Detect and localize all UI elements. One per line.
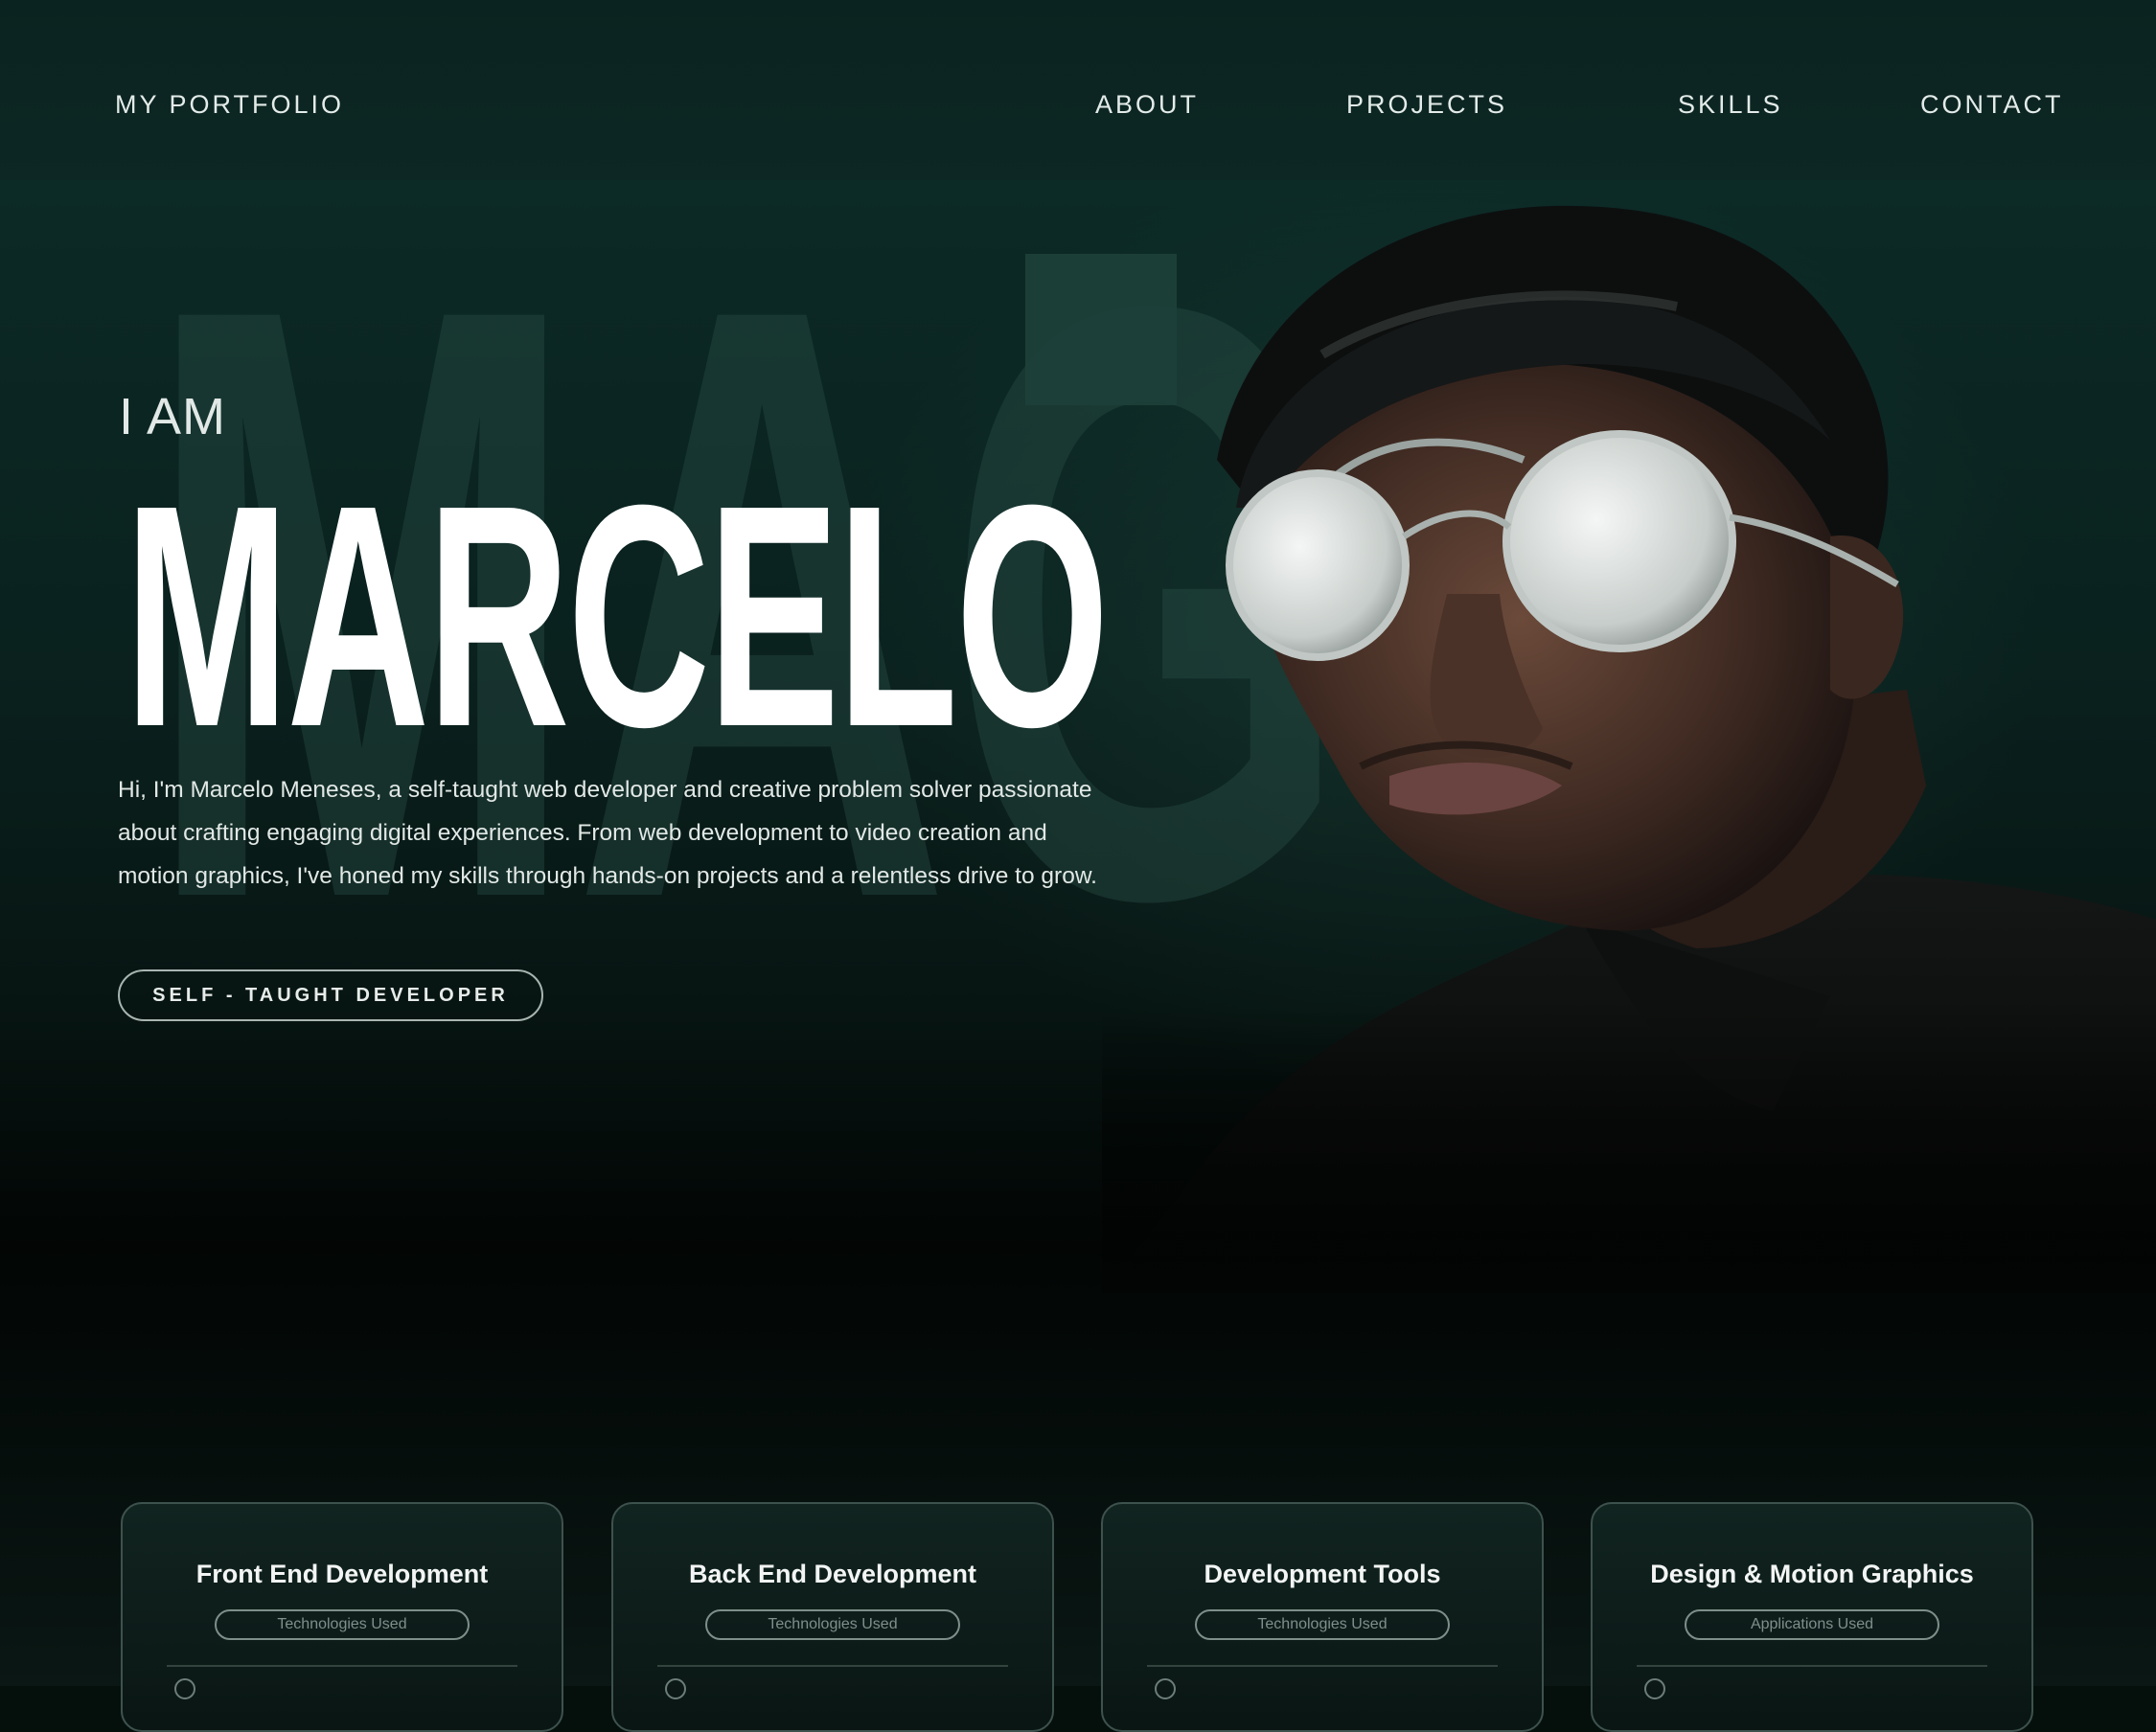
card-title: Design & Motion Graphics <box>1650 1560 1974 1588</box>
skill-card-design-motion[interactable]: Design & Motion Graphics Applications Us… <box>1591 1502 2033 1732</box>
list-bullet-icon <box>1644 1678 1665 1699</box>
card-divider <box>1147 1665 1498 1667</box>
nav-link-contact[interactable]: CONTACT <box>1920 90 2064 120</box>
card-pill: Technologies Used <box>1195 1609 1450 1640</box>
nav-link-about[interactable]: ABOUT <box>1095 90 1199 120</box>
portfolio-logo[interactable]: MY PORTFOLIO <box>115 90 344 120</box>
card-title: Development Tools <box>1204 1560 1441 1588</box>
skill-card-dev-tools[interactable]: Development Tools Technologies Used <box>1101 1502 1544 1732</box>
hero-bio: Hi, I'm Marcelo Meneses, a self-taught w… <box>118 777 1097 889</box>
list-bullet-icon <box>174 1678 195 1699</box>
skill-card-back-end[interactable]: Back End Development Technologies Used <box>611 1502 1054 1732</box>
intro-text: I AM <box>119 388 227 445</box>
nav-link-skills[interactable]: SKILLS <box>1678 90 1783 120</box>
list-bullet-icon <box>1155 1678 1176 1699</box>
skill-card-front-end[interactable]: Front End Development Technologies Used <box>121 1502 563 1732</box>
card-pill: Applications Used <box>1685 1609 1939 1640</box>
card-title: Front End Development <box>195 1560 489 1588</box>
card-divider <box>657 1665 1008 1667</box>
hero-name: MARCELO <box>125 439 1110 792</box>
card-pill: Technologies Used <box>705 1609 960 1640</box>
card-divider <box>1637 1665 1987 1667</box>
developer-badge[interactable]: SELF - TAUGHT DEVELOPER <box>118 969 543 1021</box>
list-bullet-icon <box>665 1678 686 1699</box>
card-title: Back End Development <box>688 1560 977 1588</box>
portrait-image <box>1102 205 2156 1293</box>
card-pill: Technologies Used <box>215 1609 470 1640</box>
card-divider <box>167 1665 517 1667</box>
nav-link-projects[interactable]: PROJECTS <box>1346 90 1507 120</box>
